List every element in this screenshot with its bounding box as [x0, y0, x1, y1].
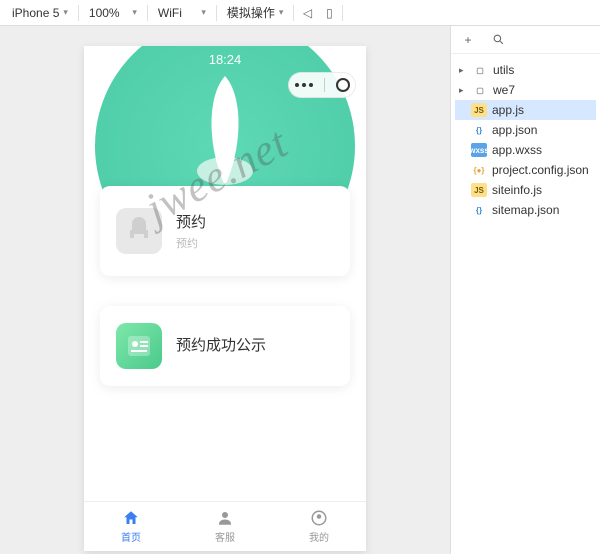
tab-bar: 首页 客服 我的: [84, 501, 366, 551]
explorer-header: +: [451, 26, 600, 54]
folder-utils[interactable]: ▸ ▢ utils: [455, 60, 596, 80]
folder-we7[interactable]: ▸ ▢ we7: [455, 80, 596, 100]
folder-icon: ▢: [472, 83, 488, 97]
folder-label: utils: [493, 63, 514, 77]
json-file-icon: {●}: [471, 163, 487, 177]
folder-icon: ▢: [472, 63, 488, 77]
file-explorer: + ▸ ▢ utils ▸ ▢ we7 JS app.js {} app.jso…: [450, 26, 600, 554]
file-label: project.config.json: [492, 163, 589, 177]
tab-label: 客服: [215, 529, 235, 544]
network-label: WiFi: [158, 6, 182, 20]
chevron-down-icon: ▾: [132, 7, 137, 18]
simulator-area: 18:24 预约 预约 预约成功公示: [0, 26, 450, 554]
tab-me[interactable]: 我的: [272, 502, 366, 551]
json-file-icon: {}: [471, 203, 487, 217]
user-icon: [310, 509, 328, 527]
chevron-down-icon: ▾: [201, 7, 206, 18]
folder-label: we7: [493, 83, 515, 97]
file-label: app.js: [492, 103, 524, 117]
add-icon[interactable]: +: [459, 31, 477, 49]
tab-label: 首页: [121, 529, 141, 544]
separator: [342, 5, 343, 21]
close-ring-icon: [336, 78, 350, 92]
tab-label: 我的: [309, 529, 329, 544]
file-label: app.json: [492, 123, 537, 137]
status-time: 18:24: [209, 52, 242, 67]
file-app-json[interactable]: {} app.json: [455, 120, 596, 140]
home-icon: [122, 509, 140, 527]
card-text: 预约 预约: [176, 211, 206, 251]
phone-frame: 18:24 预约 预约 预约成功公示: [84, 46, 366, 551]
separator: [147, 5, 148, 21]
zoom-select[interactable]: 100% ▾: [83, 3, 143, 23]
zoom-label: 100%: [89, 6, 120, 20]
file-sitemap-json[interactable]: {} sitemap.json: [455, 200, 596, 220]
file-label: app.wxss: [492, 143, 542, 157]
caret-right-icon: ▸: [459, 85, 467, 96]
chair-icon: [116, 208, 162, 254]
card-title: 预约: [176, 211, 206, 232]
sim-select[interactable]: 模拟操作 ▾: [221, 3, 290, 23]
service-icon: [216, 509, 234, 527]
file-label: siteinfo.js: [492, 183, 542, 197]
caret-right-icon: ▸: [459, 65, 467, 76]
separator: [293, 5, 294, 21]
device-label: iPhone 5: [12, 6, 59, 20]
file-app-js[interactable]: JS app.js: [455, 100, 596, 120]
card-reserve[interactable]: 预约 预约: [100, 186, 350, 276]
file-project-config[interactable]: {●} project.config.json: [455, 160, 596, 180]
chevron-down-icon: ▾: [63, 7, 68, 18]
card-announce[interactable]: 预约成功公示: [100, 306, 350, 386]
js-file-icon: JS: [471, 103, 487, 117]
search-icon[interactable]: [489, 31, 507, 49]
menu-dots-icon: [295, 83, 313, 87]
network-select[interactable]: WiFi ▾: [152, 3, 212, 23]
file-tree: ▸ ▢ utils ▸ ▢ we7 JS app.js {} app.json …: [451, 54, 600, 226]
capsule-divider: [324, 78, 325, 92]
file-app-wxss[interactable]: wxss app.wxss: [455, 140, 596, 160]
sound-icon[interactable]: ◁: [298, 4, 316, 22]
tab-home[interactable]: 首页: [84, 502, 178, 551]
wxss-file-icon: wxss: [471, 143, 487, 157]
card-title: 预约成功公示: [176, 334, 266, 355]
js-file-icon: JS: [471, 183, 487, 197]
file-siteinfo-js[interactable]: JS siteinfo.js: [455, 180, 596, 200]
card-subtitle: 预约: [176, 235, 206, 251]
separator: [216, 5, 217, 21]
file-label: sitemap.json: [492, 203, 559, 217]
simulator-toolbar: iPhone 5 ▾ 100% ▾ WiFi ▾ 模拟操作 ▾ ◁ ▯: [0, 0, 600, 26]
json-file-icon: {}: [471, 123, 487, 137]
tab-service[interactable]: 客服: [178, 502, 272, 551]
contact-card-icon: [116, 323, 162, 369]
cut-icon[interactable]: ▯: [320, 4, 338, 22]
rocket-icon: [185, 66, 265, 196]
chevron-down-icon: ▾: [279, 7, 284, 18]
card-text: 预约成功公示: [176, 334, 266, 358]
device-select[interactable]: iPhone 5 ▾: [6, 3, 74, 23]
sim-label: 模拟操作: [227, 4, 275, 21]
capsule-button[interactable]: [288, 72, 356, 98]
separator: [78, 5, 79, 21]
